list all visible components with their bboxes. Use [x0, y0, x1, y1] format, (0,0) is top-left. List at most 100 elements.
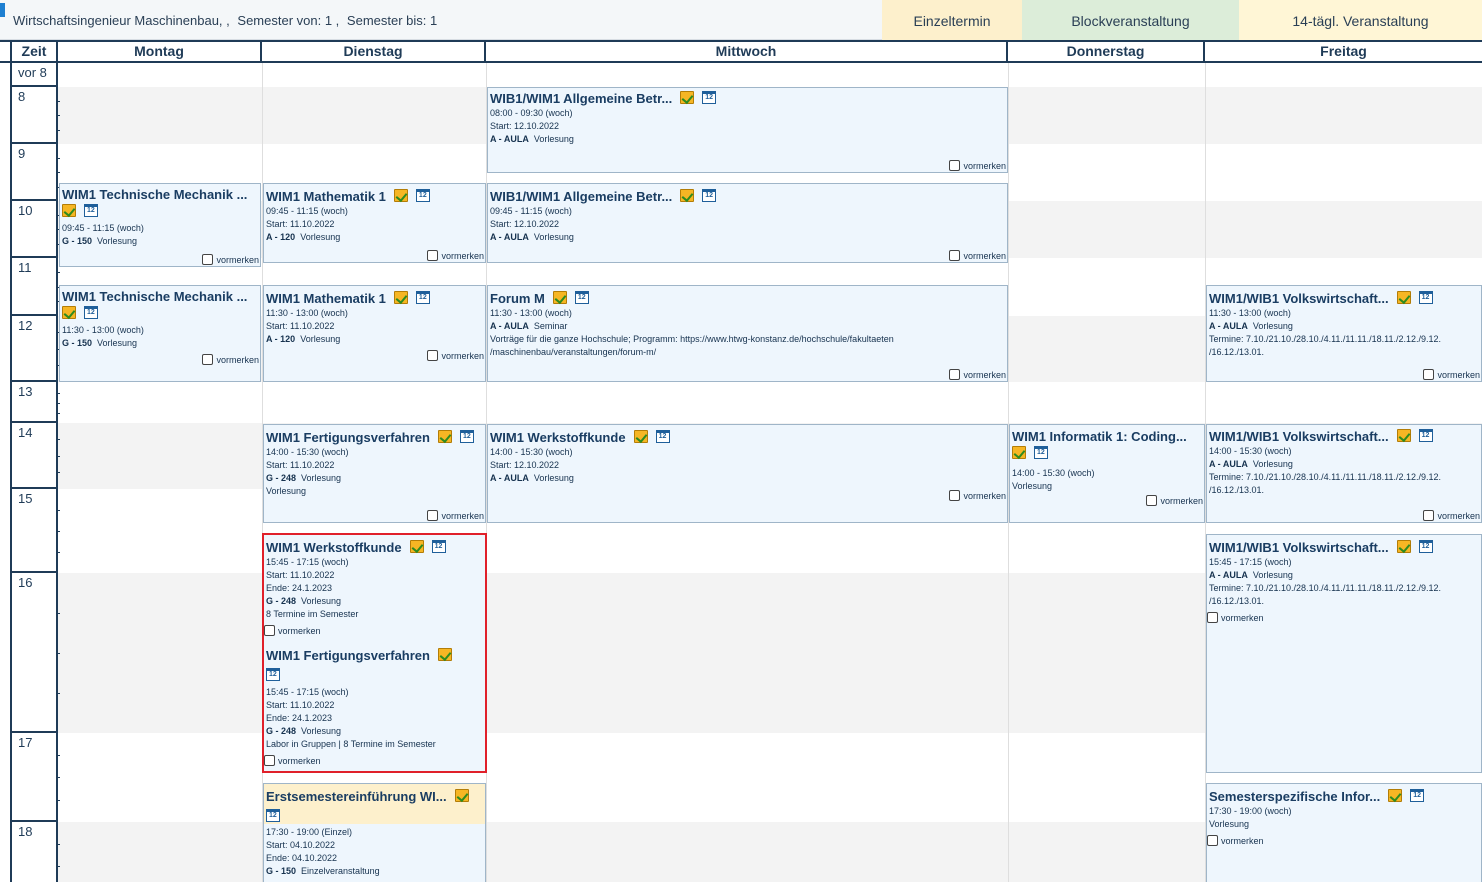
- event-title[interactable]: WIM1 Fertigungsverfahren: [266, 430, 430, 445]
- checkbox-box[interactable]: [1207, 612, 1218, 623]
- event-title[interactable]: WIM1/WIB1 Volkswirtschaft...: [1209, 291, 1389, 306]
- checkbox-box[interactable]: [427, 250, 439, 261]
- bookmark-checkbox[interactable]: vormerken: [949, 250, 1006, 261]
- calendar-icon[interactable]: [1418, 540, 1433, 553]
- event-card[interactable]: WIB1/WIM1 Allgemeine Betr... 09:45 - 11:…: [487, 183, 1008, 263]
- event-title[interactable]: WIB1/WIM1 Allgemeine Betr...: [490, 189, 672, 204]
- checkbox-box[interactable]: [949, 369, 961, 380]
- add-to-schedule-icon[interactable]: [62, 306, 76, 319]
- checkbox-box[interactable]: [1146, 495, 1158, 506]
- bookmark-checkbox[interactable]: vormerken: [1423, 510, 1480, 521]
- bookmark-checkbox[interactable]: vormerken: [949, 369, 1006, 380]
- add-to-schedule-icon[interactable]: [409, 540, 424, 553]
- calendar-icon[interactable]: [459, 430, 474, 443]
- checkbox-box[interactable]: [202, 354, 214, 365]
- event-title[interactable]: WIM1/WIB1 Volkswirtschaft...: [1209, 540, 1389, 555]
- add-to-schedule-icon[interactable]: [393, 291, 408, 304]
- calendar-icon[interactable]: [415, 189, 430, 202]
- checkbox-box[interactable]: [949, 250, 961, 261]
- event-title[interactable]: WIM1 Mathematik 1: [266, 291, 386, 306]
- add-to-schedule-icon[interactable]: [62, 204, 76, 217]
- checkbox-box[interactable]: [427, 510, 439, 521]
- checkbox-box[interactable]: [1207, 835, 1218, 846]
- calendar-icon[interactable]: [655, 430, 670, 443]
- bookmark-checkbox[interactable]: vormerken: [1207, 608, 1265, 625]
- event-title[interactable]: WIM1 Mathematik 1: [266, 189, 386, 204]
- checkbox-box[interactable]: [427, 350, 439, 361]
- calendar-icon[interactable]: [702, 189, 717, 202]
- add-to-schedule-icon[interactable]: [1396, 291, 1411, 304]
- add-to-schedule-icon[interactable]: [552, 291, 567, 304]
- bookmark-checkbox[interactable]: vormerken: [427, 250, 484, 261]
- event-card[interactable]: WIM1 Informatik 1: Coding... 14:00 - 15:…: [1009, 424, 1205, 523]
- event-card[interactable]: WIM1 Technische Mechanik ... 09:45 - 11:…: [59, 183, 261, 267]
- calendar-icon[interactable]: [1034, 446, 1048, 459]
- event-title[interactable]: WIM1/WIB1 Volkswirtschaft...: [1209, 429, 1389, 444]
- add-to-schedule-icon[interactable]: [1396, 429, 1411, 442]
- calendar-icon[interactable]: [574, 291, 589, 304]
- event-title[interactable]: WIM1 Werkstoffkunde: [490, 430, 626, 445]
- checkbox-box[interactable]: [949, 490, 961, 501]
- calendar-icon[interactable]: [84, 306, 98, 319]
- event-card[interactable]: WIM1 Werkstoffkunde 15:45 - 17:15 (woch)…: [264, 535, 485, 645]
- calendar-icon[interactable]: [84, 204, 98, 217]
- bookmark-checkbox[interactable]: vormerken: [1207, 833, 1265, 848]
- add-to-schedule-icon[interactable]: [680, 91, 695, 104]
- bookmark-checkbox[interactable]: vormerken: [949, 160, 1006, 171]
- event-card[interactable]: WIM1 Fertigungsverfahren 14:00 - 15:30 (…: [263, 424, 486, 523]
- add-to-schedule-icon[interactable]: [454, 789, 469, 802]
- event-title[interactable]: Semesterspezifische Infor...: [1209, 789, 1380, 804]
- event-title[interactable]: WIB1/WIM1 Allgemeine Betr...: [490, 91, 672, 106]
- event-card[interactable]: Erstsemestereinführung WI... 17:30 - 19:…: [263, 783, 486, 882]
- event-card[interactable]: WIM1 Mathematik 1 09:45 - 11:15 (woch) S…: [263, 183, 486, 263]
- bookmark-checkbox[interactable]: vormerken: [1423, 369, 1480, 380]
- event-card[interactable]: WIM1 Technische Mechanik ... 11:30 - 13:…: [59, 285, 261, 382]
- add-to-schedule-icon[interactable]: [1388, 789, 1403, 802]
- add-to-schedule-icon[interactable]: [1396, 540, 1411, 553]
- bookmark-checkbox[interactable]: vormerken: [427, 350, 484, 361]
- event-card[interactable]: WIM1 Fertigungsverfahren 15:45 - 17:15 (…: [264, 645, 485, 769]
- bookmark-checkbox[interactable]: vormerken: [202, 254, 259, 265]
- calendar-icon[interactable]: [1418, 291, 1433, 304]
- add-to-schedule-icon[interactable]: [680, 189, 695, 202]
- checkbox-box[interactable]: [1423, 369, 1435, 380]
- event-card[interactable]: WIM1 Mathematik 1 11:30 - 13:00 (woch) S…: [263, 285, 486, 382]
- add-to-schedule-icon[interactable]: [437, 648, 452, 661]
- calendar-icon[interactable]: [1410, 789, 1425, 802]
- calendar-icon[interactable]: [266, 668, 280, 681]
- bookmark-checkbox[interactable]: vormerken: [264, 755, 322, 768]
- event-title[interactable]: Forum M: [490, 291, 545, 306]
- event-title[interactable]: WIM1 Technische Mechanik ...: [62, 187, 247, 202]
- calendar-icon[interactable]: [415, 291, 430, 304]
- checkbox-box[interactable]: [202, 254, 214, 265]
- bookmark-checkbox[interactable]: vormerken: [202, 354, 259, 365]
- bookmark-checkbox[interactable]: vormerken: [1146, 495, 1203, 506]
- checkbox-box[interactable]: [264, 755, 275, 766]
- bookmark-checkbox[interactable]: vormerken: [949, 490, 1006, 501]
- add-to-schedule-icon[interactable]: [393, 189, 408, 202]
- event-title[interactable]: Erstsemestereinführung WI...: [266, 789, 447, 804]
- event-card[interactable]: Forum M 11:30 - 13:00 (woch) A - AULA Se…: [487, 285, 1008, 382]
- checkbox-box[interactable]: [949, 160, 961, 171]
- checkbox-box[interactable]: [264, 625, 275, 636]
- event-title[interactable]: WIM1 Technische Mechanik ...: [62, 289, 247, 304]
- event-card[interactable]: WIB1/WIM1 Allgemeine Betr... 08:00 - 09:…: [487, 87, 1008, 173]
- event-title[interactable]: WIM1 Werkstoffkunde: [266, 540, 402, 555]
- add-to-schedule-icon[interactable]: [437, 430, 452, 443]
- event-card[interactable]: WIM1/WIB1 Volkswirtschaft... 14:00 - 15:…: [1206, 424, 1482, 523]
- event-card[interactable]: Semesterspezifische Infor... 17:30 - 19:…: [1206, 783, 1482, 882]
- event-card[interactable]: WIM1/WIB1 Volkswirtschaft... 11:30 - 13:…: [1206, 285, 1482, 382]
- checkbox-box[interactable]: [1423, 510, 1435, 521]
- event-card[interactable]: WIM1/WIB1 Volkswirtschaft... 15:45 - 17:…: [1206, 534, 1482, 773]
- add-to-schedule-icon[interactable]: [1012, 446, 1026, 459]
- bookmark-checkbox[interactable]: vormerken: [264, 622, 322, 638]
- calendar-icon[interactable]: [1418, 429, 1433, 442]
- event-title[interactable]: WIM1 Fertigungsverfahren: [266, 648, 430, 663]
- add-to-schedule-icon[interactable]: [633, 430, 648, 443]
- event-card[interactable]: WIM1 Werkstoffkunde 14:00 - 15:30 (woch)…: [487, 424, 1008, 523]
- calendar-icon[interactable]: [431, 540, 446, 553]
- bookmark-checkbox[interactable]: vormerken: [427, 510, 484, 521]
- event-title[interactable]: WIM1 Informatik 1: Coding...: [1012, 429, 1187, 444]
- calendar-icon[interactable]: [266, 809, 280, 822]
- calendar-icon[interactable]: [702, 91, 717, 104]
